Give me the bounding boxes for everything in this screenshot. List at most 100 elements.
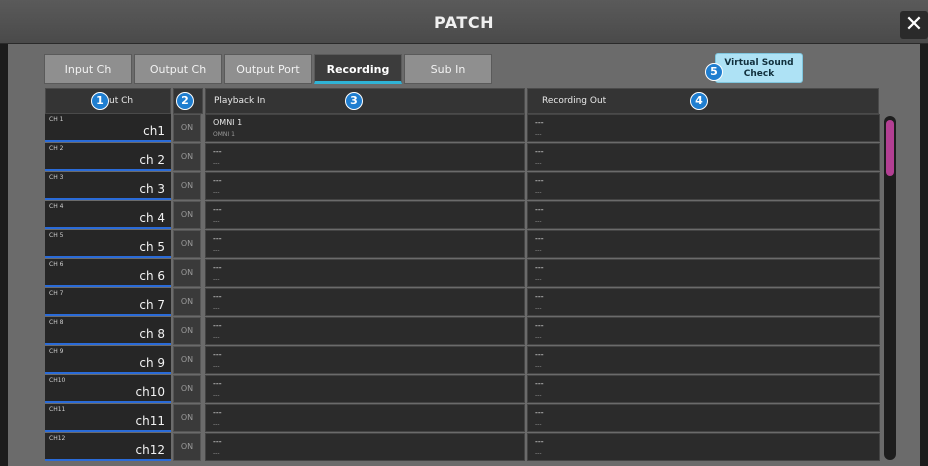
on-button[interactable]: ON	[173, 288, 201, 316]
on-button[interactable]: ON	[173, 317, 201, 345]
recording-out-cell[interactable]: --- ---	[527, 288, 880, 316]
recording-out-cell[interactable]: --- ---	[527, 346, 880, 374]
table-row: CH 7 ch 7 ON --- --- --- ---	[45, 288, 880, 317]
channel-number: CH10	[49, 377, 66, 384]
recording-out-sub: ---	[535, 363, 542, 370]
playback-in-cell[interactable]: --- ---	[205, 288, 525, 316]
playback-in-sub: ---	[213, 363, 220, 370]
on-button[interactable]: ON	[173, 259, 201, 287]
on-button[interactable]: ON	[173, 172, 201, 200]
playback-in-cell[interactable]: --- ---	[205, 404, 525, 432]
on-button[interactable]: ON	[173, 143, 201, 171]
tab-recording[interactable]: Recording	[314, 54, 402, 84]
on-button[interactable]: ON	[173, 404, 201, 432]
channel-name: ch1	[143, 124, 165, 138]
tab-input-ch[interactable]: Input Ch	[44, 54, 132, 84]
virtual-sound-check-button[interactable]: Virtual Sound Check	[715, 53, 803, 83]
playback-in-port: ---	[213, 205, 222, 214]
input-ch-cell[interactable]: CH 5 ch 5	[45, 230, 171, 258]
channel-name: ch12	[135, 443, 165, 457]
recording-out-cell[interactable]: --- ---	[527, 230, 880, 258]
channel-number: CH 4	[49, 203, 64, 210]
on-button[interactable]: ON	[173, 230, 201, 258]
playback-in-port: ---	[213, 321, 222, 330]
input-ch-cell[interactable]: CH 2 ch 2	[45, 143, 171, 171]
recording-out-sub: ---	[535, 421, 542, 428]
channel-number: CH12	[49, 435, 66, 442]
channel-name: ch 3	[139, 182, 165, 196]
playback-in-cell[interactable]: OMNI 1 OMNI 1	[205, 114, 525, 142]
input-ch-cell[interactable]: CH 4 ch 4	[45, 201, 171, 229]
recording-out-sub: ---	[535, 450, 542, 457]
patch-panel: Input Ch Output Ch Output Port Recording…	[8, 44, 920, 466]
recording-out-port: ---	[535, 379, 544, 388]
input-ch-cell[interactable]: CH 6 ch 6	[45, 259, 171, 287]
channel-name: ch 5	[139, 240, 165, 254]
playback-in-sub: ---	[213, 305, 220, 312]
playback-in-cell[interactable]: --- ---	[205, 259, 525, 287]
recording-out-port: ---	[535, 350, 544, 359]
playback-in-cell[interactable]: --- ---	[205, 346, 525, 374]
recording-out-cell[interactable]: --- ---	[527, 114, 880, 142]
playback-in-port: ---	[213, 147, 222, 156]
table-row: CH 2 ch 2 ON --- --- --- ---	[45, 143, 880, 172]
playback-in-cell[interactable]: --- ---	[205, 375, 525, 403]
vertical-scrollbar[interactable]	[884, 116, 896, 460]
playback-in-cell[interactable]: --- ---	[205, 201, 525, 229]
close-button[interactable]: ✕	[900, 11, 928, 39]
recording-out-cell[interactable]: --- ---	[527, 259, 880, 287]
input-ch-cell[interactable]: CH12 ch12	[45, 433, 171, 461]
tab-output-port[interactable]: Output Port	[224, 54, 312, 84]
title-bar: PATCH ✕	[0, 0, 928, 44]
playback-in-cell[interactable]: --- ---	[205, 433, 525, 461]
recording-out-sub: ---	[535, 160, 542, 167]
on-button[interactable]: ON	[173, 433, 201, 461]
input-ch-cell[interactable]: CH 7 ch 7	[45, 288, 171, 316]
channel-name: ch 4	[139, 211, 165, 225]
table-row: CH 4 ch 4 ON --- --- --- ---	[45, 201, 880, 230]
recording-out-port: ---	[535, 234, 544, 243]
input-ch-cell[interactable]: CH 3 ch 3	[45, 172, 171, 200]
input-ch-cell[interactable]: CH10 ch10	[45, 375, 171, 403]
channel-number: CH 8	[49, 319, 64, 326]
recording-out-port: ---	[535, 147, 544, 156]
input-ch-cell[interactable]: CH 1 ch1	[45, 114, 171, 142]
recording-out-sub: ---	[535, 131, 542, 138]
playback-in-port: ---	[213, 379, 222, 388]
recording-out-port: ---	[535, 408, 544, 417]
playback-in-sub: ---	[213, 334, 220, 341]
playback-in-sub: OMNI 1	[213, 131, 235, 138]
recording-out-cell[interactable]: --- ---	[527, 172, 880, 200]
recording-out-port: ---	[535, 321, 544, 330]
on-button[interactable]: ON	[173, 201, 201, 229]
playback-in-port: ---	[213, 263, 222, 272]
recording-out-cell[interactable]: --- ---	[527, 143, 880, 171]
scrollbar-thumb[interactable]	[886, 120, 894, 176]
recording-out-cell[interactable]: --- ---	[527, 433, 880, 461]
table-row: CH 6 ch 6 ON --- --- --- ---	[45, 259, 880, 288]
recording-out-cell[interactable]: --- ---	[527, 317, 880, 345]
playback-in-sub: ---	[213, 276, 220, 283]
playback-in-cell[interactable]: --- ---	[205, 317, 525, 345]
input-ch-cell[interactable]: CH 8 ch 8	[45, 317, 171, 345]
recording-out-sub: ---	[535, 247, 542, 254]
on-button[interactable]: ON	[173, 114, 201, 142]
playback-in-sub: ---	[213, 160, 220, 167]
recording-out-cell[interactable]: --- ---	[527, 404, 880, 432]
input-ch-cell[interactable]: CH 9 ch 9	[45, 346, 171, 374]
channel-name: ch 9	[139, 356, 165, 370]
on-button[interactable]: ON	[173, 375, 201, 403]
playback-in-cell[interactable]: --- ---	[205, 172, 525, 200]
input-ch-cell[interactable]: CH11 ch11	[45, 404, 171, 432]
tab-output-ch[interactable]: Output Ch	[134, 54, 222, 84]
playback-in-cell[interactable]: --- ---	[205, 230, 525, 258]
recording-out-sub: ---	[535, 189, 542, 196]
tab-sub-in[interactable]: Sub In	[404, 54, 492, 84]
playback-in-sub: ---	[213, 247, 220, 254]
recording-out-cell[interactable]: --- ---	[527, 201, 880, 229]
vsc-label-line1: Virtual Sound	[724, 58, 794, 68]
playback-in-cell[interactable]: --- ---	[205, 143, 525, 171]
channel-name: ch 6	[139, 269, 165, 283]
on-button[interactable]: ON	[173, 346, 201, 374]
recording-out-cell[interactable]: --- ---	[527, 375, 880, 403]
